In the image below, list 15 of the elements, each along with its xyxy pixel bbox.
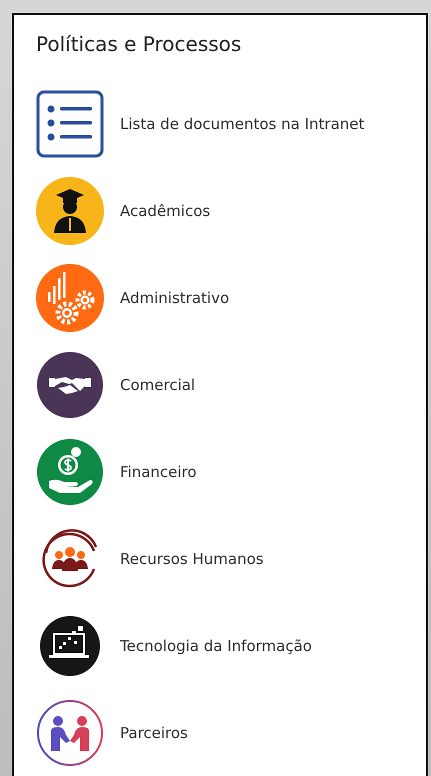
category-link[interactable]: Comercial — [120, 376, 196, 394]
category-link[interactable]: Financeiro — [120, 463, 197, 481]
money-hand-icon[interactable] — [36, 438, 104, 506]
category-link[interactable]: Tecnologia da Informação — [120, 637, 312, 655]
panel-title: Políticas e Processos — [36, 32, 242, 56]
partners-icon[interactable] — [36, 699, 104, 767]
category-link[interactable]: Acadêmicos — [120, 202, 210, 220]
category-link[interactable]: Lista de documentos na Intranet — [120, 115, 364, 133]
category-link[interactable]: Recursos Humanos — [120, 550, 264, 568]
category-link[interactable]: Parceiros — [120, 724, 188, 742]
category-link[interactable]: Administrativo — [120, 289, 230, 307]
handshake-icon[interactable] — [36, 351, 104, 419]
gears-icon[interactable] — [36, 264, 104, 332]
list-icon[interactable] — [36, 90, 104, 158]
graduate-icon[interactable] — [36, 177, 104, 245]
